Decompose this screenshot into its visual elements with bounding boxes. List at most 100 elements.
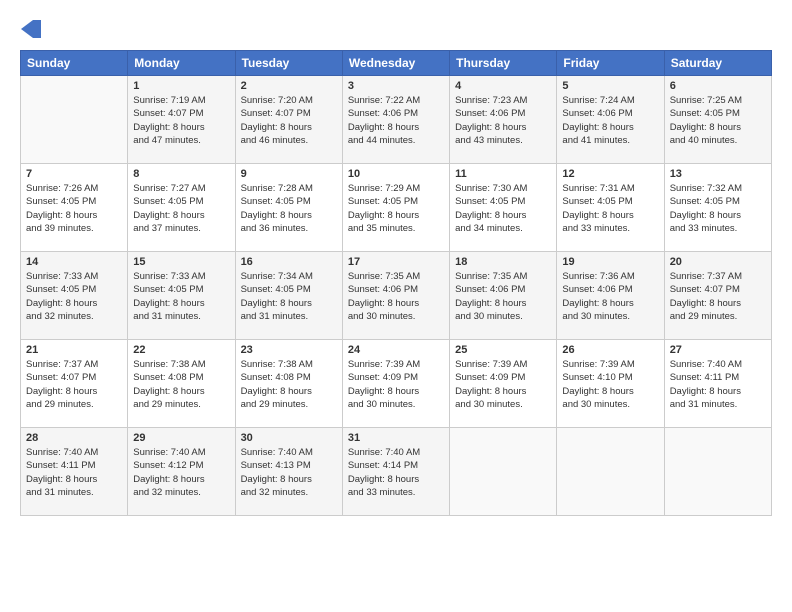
day-number: 16 [241, 256, 337, 268]
logo [20, 20, 42, 38]
calendar-week-row: 21 Sunrise: 7:37 AM Sunset: 4:07 PM Dayli… [21, 340, 772, 428]
day-number: 17 [348, 256, 444, 268]
day-number: 5 [562, 80, 658, 92]
calendar-empty-cell [450, 428, 557, 516]
calendar-day-cell: 7 Sunrise: 7:26 AM Sunset: 4:05 PM Daylig… [21, 164, 128, 252]
calendar-day-cell: 6 Sunrise: 7:25 AM Sunset: 4:05 PM Daylig… [664, 76, 771, 164]
day-info: Sunrise: 7:31 AM Sunset: 4:05 PM Dayligh… [562, 182, 658, 235]
day-number: 28 [26, 432, 122, 444]
calendar-week-row: 7 Sunrise: 7:26 AM Sunset: 4:05 PM Daylig… [21, 164, 772, 252]
day-number: 3 [348, 80, 444, 92]
day-number: 26 [562, 344, 658, 356]
calendar-day-cell: 15 Sunrise: 7:33 AM Sunset: 4:05 PM Dayli… [128, 252, 235, 340]
day-number: 14 [26, 256, 122, 268]
day-number: 22 [133, 344, 229, 356]
calendar-day-cell: 9 Sunrise: 7:28 AM Sunset: 4:05 PM Daylig… [235, 164, 342, 252]
calendar-day-cell: 10Sunrise: 7:29 AM Sunset: 4:05 PM Dayli… [342, 164, 449, 252]
day-number: 20 [670, 256, 766, 268]
day-info: Sunrise: 7:38 AM Sunset: 4:08 PM Dayligh… [133, 358, 229, 411]
calendar-empty-cell [557, 428, 664, 516]
day-info: Sunrise: 7:40 AM Sunset: 4:14 PM Dayligh… [348, 446, 444, 499]
calendar-day-cell: 11 Sunrise: 7:30 AM Sunset: 4:05 PM Dayli… [450, 164, 557, 252]
calendar-week-row: 14 Sunrise: 7:33 AM Sunset: 4:05 PM Dayli… [21, 252, 772, 340]
day-info: Sunrise: 7:35 AM Sunset: 4:06 PM Dayligh… [455, 270, 551, 323]
day-number: 2 [241, 80, 337, 92]
day-info: Sunrise: 7:39 AM Sunset: 4:10 PM Dayligh… [562, 358, 658, 411]
day-number: 30 [241, 432, 337, 444]
day-number: 4 [455, 80, 551, 92]
header [20, 20, 772, 38]
calendar-day-cell: 18 Sunrise: 7:35 AM Sunset: 4:06 PM Dayli… [450, 252, 557, 340]
day-info: Sunrise: 7:27 AM Sunset: 4:05 PM Dayligh… [133, 182, 229, 235]
day-number: 1 [133, 80, 229, 92]
day-info: Sunrise: 7:30 AM Sunset: 4:05 PM Dayligh… [455, 182, 551, 235]
calendar-day-cell: 21 Sunrise: 7:37 AM Sunset: 4:07 PM Dayli… [21, 340, 128, 428]
calendar-day-cell: 12 Sunrise: 7:31 AM Sunset: 4:05 PM Dayli… [557, 164, 664, 252]
calendar-day-cell: 20Sunrise: 7:37 AM Sunset: 4:07 PM Dayli… [664, 252, 771, 340]
calendar-day-cell: 5 Sunrise: 7:24 AM Sunset: 4:06 PM Daylig… [557, 76, 664, 164]
calendar-day-cell: 3 Sunrise: 7:22 AM Sunset: 4:06 PM Daylig… [342, 76, 449, 164]
day-info: Sunrise: 7:35 AM Sunset: 4:06 PM Dayligh… [348, 270, 444, 323]
calendar-week-row: 1 Sunrise: 7:19 AM Sunset: 4:07 PM Daylig… [21, 76, 772, 164]
page-container: SundayMondayTuesdayWednesdayThursdayFrid… [0, 0, 792, 612]
day-number: 11 [455, 168, 551, 180]
calendar-day-header: Thursday [450, 51, 557, 76]
calendar-day-header: Friday [557, 51, 664, 76]
calendar-day-cell: 28 Sunrise: 7:40 AM Sunset: 4:11 PM Dayli… [21, 428, 128, 516]
day-info: Sunrise: 7:22 AM Sunset: 4:06 PM Dayligh… [348, 94, 444, 147]
calendar-day-cell: 13 Sunrise: 7:32 AM Sunset: 4:05 PM Dayli… [664, 164, 771, 252]
calendar-day-header: Saturday [664, 51, 771, 76]
calendar-day-cell: 23 Sunrise: 7:38 AM Sunset: 4:08 PM Dayli… [235, 340, 342, 428]
calendar-day-header: Tuesday [235, 51, 342, 76]
day-number: 8 [133, 168, 229, 180]
day-info: Sunrise: 7:20 AM Sunset: 4:07 PM Dayligh… [241, 94, 337, 147]
day-number: 23 [241, 344, 337, 356]
day-info: Sunrise: 7:40 AM Sunset: 4:11 PM Dayligh… [26, 446, 122, 499]
day-info: Sunrise: 7:40 AM Sunset: 4:13 PM Dayligh… [241, 446, 337, 499]
day-info: Sunrise: 7:23 AM Sunset: 4:06 PM Dayligh… [455, 94, 551, 147]
day-info: Sunrise: 7:34 AM Sunset: 4:05 PM Dayligh… [241, 270, 337, 323]
day-info: Sunrise: 7:26 AM Sunset: 4:05 PM Dayligh… [26, 182, 122, 235]
calendar-day-cell: 14Sunrise: 7:33 AM Sunset: 4:05 PM Dayli… [21, 252, 128, 340]
calendar-day-cell: 16 Sunrise: 7:34 AM Sunset: 4:05 PM Dayli… [235, 252, 342, 340]
day-info: Sunrise: 7:25 AM Sunset: 4:05 PM Dayligh… [670, 94, 766, 147]
calendar-day-cell: 19Sunrise: 7:36 AM Sunset: 4:06 PM Dayli… [557, 252, 664, 340]
day-info: Sunrise: 7:24 AM Sunset: 4:06 PM Dayligh… [562, 94, 658, 147]
logo-line1 [20, 20, 42, 38]
day-info: Sunrise: 7:32 AM Sunset: 4:05 PM Dayligh… [670, 182, 766, 235]
calendar-day-cell: 22 Sunrise: 7:38 AM Sunset: 4:08 PM Dayli… [128, 340, 235, 428]
calendar-day-cell: 30 Sunrise: 7:40 AM Sunset: 4:13 PM Dayli… [235, 428, 342, 516]
day-info: Sunrise: 7:38 AM Sunset: 4:08 PM Dayligh… [241, 358, 337, 411]
day-number: 9 [241, 168, 337, 180]
day-number: 12 [562, 168, 658, 180]
day-number: 24 [348, 344, 444, 356]
day-info: Sunrise: 7:40 AM Sunset: 4:12 PM Dayligh… [133, 446, 229, 499]
day-info: Sunrise: 7:40 AM Sunset: 4:11 PM Dayligh… [670, 358, 766, 411]
calendar-empty-cell [21, 76, 128, 164]
day-info: Sunrise: 7:19 AM Sunset: 4:07 PM Dayligh… [133, 94, 229, 147]
day-info: Sunrise: 7:37 AM Sunset: 4:07 PM Dayligh… [26, 358, 122, 411]
calendar-day-cell: 2 Sunrise: 7:20 AM Sunset: 4:07 PM Daylig… [235, 76, 342, 164]
calendar-week-row: 28 Sunrise: 7:40 AM Sunset: 4:11 PM Dayli… [21, 428, 772, 516]
day-number: 7 [26, 168, 122, 180]
day-number: 13 [670, 168, 766, 180]
day-number: 6 [670, 80, 766, 92]
day-info: Sunrise: 7:29 AM Sunset: 4:05 PM Dayligh… [348, 182, 444, 235]
day-number: 15 [133, 256, 229, 268]
calendar: SundayMondayTuesdayWednesdayThursdayFrid… [20, 50, 772, 516]
day-number: 25 [455, 344, 551, 356]
day-number: 21 [26, 344, 122, 356]
calendar-day-cell: 26 Sunrise: 7:39 AM Sunset: 4:10 PM Dayli… [557, 340, 664, 428]
calendar-day-cell: 24 Sunrise: 7:39 AM Sunset: 4:09 PM Dayli… [342, 340, 449, 428]
calendar-day-cell: 25Sunrise: 7:39 AM Sunset: 4:09 PM Dayli… [450, 340, 557, 428]
day-info: Sunrise: 7:33 AM Sunset: 4:05 PM Dayligh… [133, 270, 229, 323]
day-number: 18 [455, 256, 551, 268]
calendar-day-cell: 4 Sunrise: 7:23 AM Sunset: 4:06 PM Daylig… [450, 76, 557, 164]
day-number: 27 [670, 344, 766, 356]
calendar-empty-cell [664, 428, 771, 516]
calendar-header-row: SundayMondayTuesdayWednesdayThursdayFrid… [21, 51, 772, 76]
day-info: Sunrise: 7:39 AM Sunset: 4:09 PM Dayligh… [348, 358, 444, 411]
calendar-day-cell: 17 Sunrise: 7:35 AM Sunset: 4:06 PM Dayli… [342, 252, 449, 340]
calendar-day-cell: 31Sunrise: 7:40 AM Sunset: 4:14 PM Dayli… [342, 428, 449, 516]
day-info: Sunrise: 7:28 AM Sunset: 4:05 PM Dayligh… [241, 182, 337, 235]
